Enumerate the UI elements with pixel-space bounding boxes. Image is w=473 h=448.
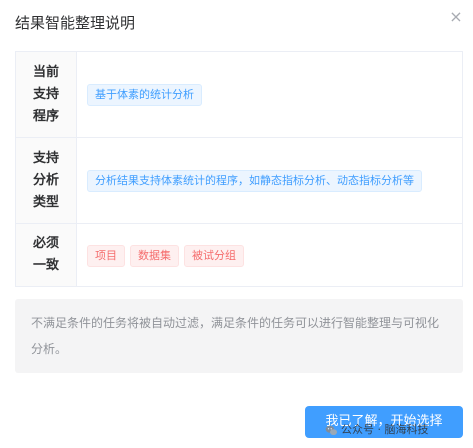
row-value-analysis-type: 分析结果支持体素统计的程序，如静态指标分析、动态指标分析等 <box>76 137 463 224</box>
table-row: 支持 分析 类型 分析结果支持体素统计的程序，如静态指标分析、动态指标分析等 <box>15 137 463 224</box>
tag-dataset: 数据集 <box>130 244 179 267</box>
tag-subject-group: 被试分组 <box>184 244 244 267</box>
info-table: 当前 支持 程序 基于体素的统计分析 支持 分析 类型 分析结果支持体素统计的程… <box>15 51 463 287</box>
tag-voxel-stat: 基于体素的统计分析 <box>87 84 202 106</box>
tag-project: 项目 <box>87 244 125 267</box>
row-label-supported-program: 当前 支持 程序 <box>15 51 77 138</box>
close-icon[interactable]: × <box>448 8 464 26</box>
table-row: 必须 一致 项目 数据集 被试分组 <box>15 223 463 287</box>
dialog-title: 结果智能整理说明 <box>15 14 136 32</box>
table-row: 当前 支持 程序 基于体素的统计分析 <box>15 51 463 138</box>
notice-box: 不满足条件的任务将被自动过滤，满足条件的任务可以进行智能整理与可视化分析。 <box>15 299 463 373</box>
row-value-supported-program: 基于体素的统计分析 <box>76 51 463 138</box>
row-label-must-match: 必须 一致 <box>15 223 77 287</box>
row-label-analysis-type: 支持 分析 类型 <box>15 137 77 224</box>
start-select-button[interactable]: 我已了解，开始选择 <box>305 406 463 438</box>
intelligent-organize-dialog: 结果智能整理说明 × 当前 支持 程序 基于体素的统计分析 支持 分析 类型 分… <box>0 0 473 448</box>
row-value-must-match: 项目 数据集 被试分组 <box>76 223 463 287</box>
tag-analysis-type: 分析结果支持体素统计的程序，如静态指标分析、动态指标分析等 <box>87 170 422 192</box>
